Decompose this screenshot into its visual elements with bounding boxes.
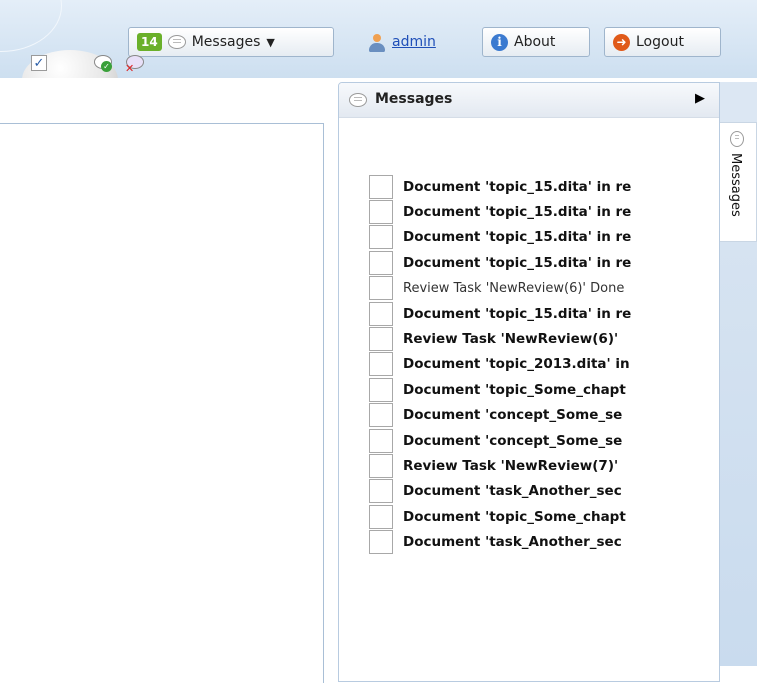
expand-arrow-icon[interactable]: ▶ [695, 91, 705, 106]
side-strip-top [720, 82, 757, 122]
message-checkbox[interactable] [369, 225, 393, 250]
logout-label: Logout [636, 34, 684, 50]
message-text: Document 'topic_15.dita' in re [403, 204, 632, 221]
message-text: Review Task 'NewReview(6)' [403, 331, 619, 348]
message-checkbox[interactable] [369, 301, 393, 326]
list-item[interactable]: Document 'topic_15.dita' in re [369, 301, 729, 326]
chat-bubble-icon [730, 131, 744, 147]
list-item[interactable]: Document 'topic_15.dita' in re [369, 250, 729, 275]
message-checkbox[interactable] [369, 200, 393, 225]
logout-arrow-icon: ➜ [613, 33, 630, 51]
messages-dropdown-label: Messages [191, 34, 261, 50]
message-checkbox[interactable] [369, 479, 393, 504]
list-item[interactable]: Document 'topic_15.dita' in re [369, 225, 729, 250]
message-text: Document 'topic_15.dita' in re [403, 229, 632, 246]
chevron-down-icon: ▼ [266, 35, 275, 49]
message-text: Document 'concept_Some_se [403, 407, 623, 424]
messages-dropdown-button[interactable]: 14 Messages ▼ [128, 27, 334, 57]
message-text: Document 'topic_Some_chapt [403, 508, 626, 525]
message-checkbox[interactable] [369, 174, 393, 199]
message-checkbox[interactable] [369, 403, 393, 428]
message-text: Document 'task_Another_sec [403, 534, 622, 551]
message-text: Review Task 'NewReview(6)' Done [403, 280, 625, 296]
list-item[interactable]: Document 'topic_Some_chapt [369, 377, 729, 402]
list-item[interactable]: Review Task 'NewReview(6)' [369, 326, 729, 352]
list-item[interactable]: Document 'concept_Some_se [369, 428, 729, 453]
select-all-checkbox[interactable]: ✓ [31, 55, 47, 71]
message-text: Document 'topic_Some_chapt [403, 381, 626, 398]
header-decoration [0, 0, 62, 52]
message-text: Document 'task_Another_sec [403, 483, 622, 500]
mark-read-icon[interactable]: ✓ [94, 55, 116, 73]
side-tab-label: Messages [728, 153, 743, 217]
list-item[interactable]: Document 'topic_Some_chapt [369, 504, 729, 529]
logout-button[interactable]: ➜ Logout [604, 27, 721, 57]
message-checkbox[interactable] [369, 428, 393, 453]
chat-bubble-icon [349, 93, 367, 107]
list-item[interactable]: Document 'concept_Some_se [369, 403, 729, 428]
user-link[interactable]: admin [392, 34, 436, 50]
message-text: Document 'topic_15.dita' in re [403, 305, 632, 322]
user-icon [369, 34, 385, 52]
list-item[interactable]: Document 'topic_15.dita' in re [369, 199, 729, 225]
messages-panel-title: Messages [375, 91, 453, 107]
list-item[interactable]: Document 'task_Another_sec [369, 529, 729, 555]
message-checkbox[interactable] [369, 352, 393, 377]
message-checkbox[interactable] [369, 250, 393, 275]
message-checkbox[interactable] [369, 327, 393, 352]
list-item[interactable]: Review Task 'NewReview(7)' [369, 453, 729, 478]
message-checkbox[interactable] [369, 504, 393, 529]
delete-message-icon[interactable]: ✕ [124, 55, 146, 75]
about-label: About [514, 34, 556, 50]
message-text: Document 'topic_15.dita' in re [403, 178, 632, 195]
messages-count-badge: 14 [137, 33, 162, 51]
messages-side-tab[interactable]: Messages [720, 122, 757, 242]
list-item[interactable]: Review Task 'NewReview(6)' Done [369, 276, 729, 301]
messages-list: Document 'topic_15.dita' in re Document '… [369, 174, 729, 555]
list-item[interactable]: Document 'task_Another_sec [369, 479, 729, 504]
list-item[interactable]: Document 'topic_15.dita' in re [369, 174, 729, 199]
messages-panel-header: Messages ▶ [339, 83, 719, 118]
message-checkbox[interactable] [369, 377, 393, 402]
message-checkbox[interactable] [369, 453, 393, 478]
message-text: Document 'concept_Some_se [403, 432, 623, 449]
checkmark-icon: ✓ [31, 55, 47, 71]
info-icon: i [491, 33, 508, 51]
list-item[interactable]: Document 'topic_2013.dita' in [369, 352, 729, 377]
message-text: Document 'topic_15.dita' in re [403, 254, 632, 271]
message-checkbox[interactable] [369, 276, 393, 301]
chat-bubble-icon [167, 35, 186, 49]
about-button[interactable]: i About [482, 27, 590, 57]
message-text: Review Task 'NewReview(7)' [403, 457, 619, 474]
main-content-panel [0, 123, 324, 683]
side-strip [720, 242, 757, 666]
message-checkbox[interactable] [369, 530, 393, 555]
message-text: Document 'topic_2013.dita' in [403, 356, 630, 373]
